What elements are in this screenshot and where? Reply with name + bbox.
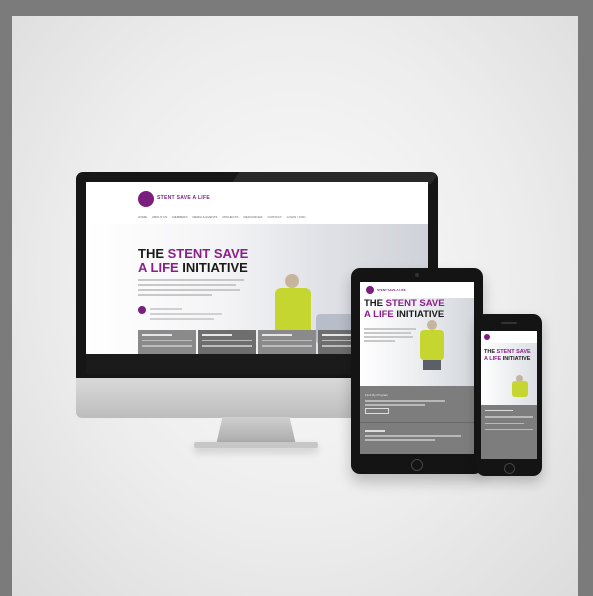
phone-logo-icon[interactable]	[484, 334, 490, 340]
monitor-stand	[216, 417, 296, 445]
site-header: STENT SAVE A LIFE HOME ABOUT US MEMBERS …	[86, 182, 428, 224]
phone-paramedic-image	[511, 375, 529, 403]
tablet-logo-icon[interactable]	[366, 286, 374, 294]
tablet-info-panel: Find My Program	[360, 386, 474, 454]
brand-name[interactable]: STENT SAVE A LIFE	[157, 195, 210, 201]
tablet-panel-button[interactable]	[365, 408, 389, 414]
hero-body-text	[138, 279, 244, 299]
tile-3[interactable]	[258, 330, 316, 354]
mockup-backdrop: STENT SAVE A LIFE HOME ABOUT US MEMBERS …	[12, 16, 578, 596]
tablet-panel-heading: Find My Program	[365, 393, 389, 397]
nav-item-media[interactable]: MEDIA & EVENTS	[192, 215, 217, 219]
phone-device: THE STENT SAVE A LIFE INITIATIVE	[476, 314, 542, 476]
nav-item-about[interactable]: ABOUT US	[152, 215, 167, 219]
tablet-screen: STENT SAVE A LIFE THE STENT SAVE A LIFE I…	[360, 282, 474, 454]
phone-info-panel	[481, 405, 537, 459]
read-more-text	[150, 308, 230, 323]
speaker-grille	[501, 322, 517, 324]
read-more-icon[interactable]	[138, 306, 146, 314]
tile-1[interactable]	[138, 330, 196, 354]
tablet-device: STENT SAVE A LIFE THE STENT SAVE A LIFE I…	[351, 268, 483, 474]
nav-item-projects[interactable]: PROJECTS	[222, 215, 238, 219]
brand-logo-icon[interactable]	[138, 191, 154, 207]
tablet-hero-text	[364, 328, 416, 344]
phone-hero-title: THE STENT SAVE A LIFE INITIATIVE	[484, 349, 531, 362]
nav-item-resources[interactable]: RESOURCES	[243, 215, 262, 219]
main-nav: HOME ABOUT US MEMBERS MEDIA & EVENTS PRO…	[138, 215, 305, 219]
tile-2[interactable]	[198, 330, 256, 354]
nav-item-login[interactable]: LOGIN / JOIN	[287, 215, 306, 219]
tablet-hero-title: THE STENT SAVE A LIFE INITIATIVE	[364, 298, 445, 320]
hero-title: THE STENT SAVE A LIFE INITIATIVE	[138, 246, 249, 275]
phone-screen: THE STENT SAVE A LIFE INITIATIVE	[481, 331, 537, 459]
screen-glare	[231, 170, 441, 184]
monitor-base	[194, 442, 318, 448]
feature-tiles	[138, 330, 376, 354]
tablet-brand[interactable]: STENT SAVE A LIFE	[377, 288, 406, 292]
nav-item-home[interactable]: HOME	[138, 215, 147, 219]
nav-item-members[interactable]: MEMBERS	[172, 215, 187, 219]
camera-icon	[415, 273, 419, 277]
nav-item-contact[interactable]: CONTACT	[268, 215, 282, 219]
phone-home-button[interactable]	[504, 463, 515, 474]
tablet-paramedic-image	[418, 320, 446, 370]
home-button[interactable]	[411, 459, 423, 471]
